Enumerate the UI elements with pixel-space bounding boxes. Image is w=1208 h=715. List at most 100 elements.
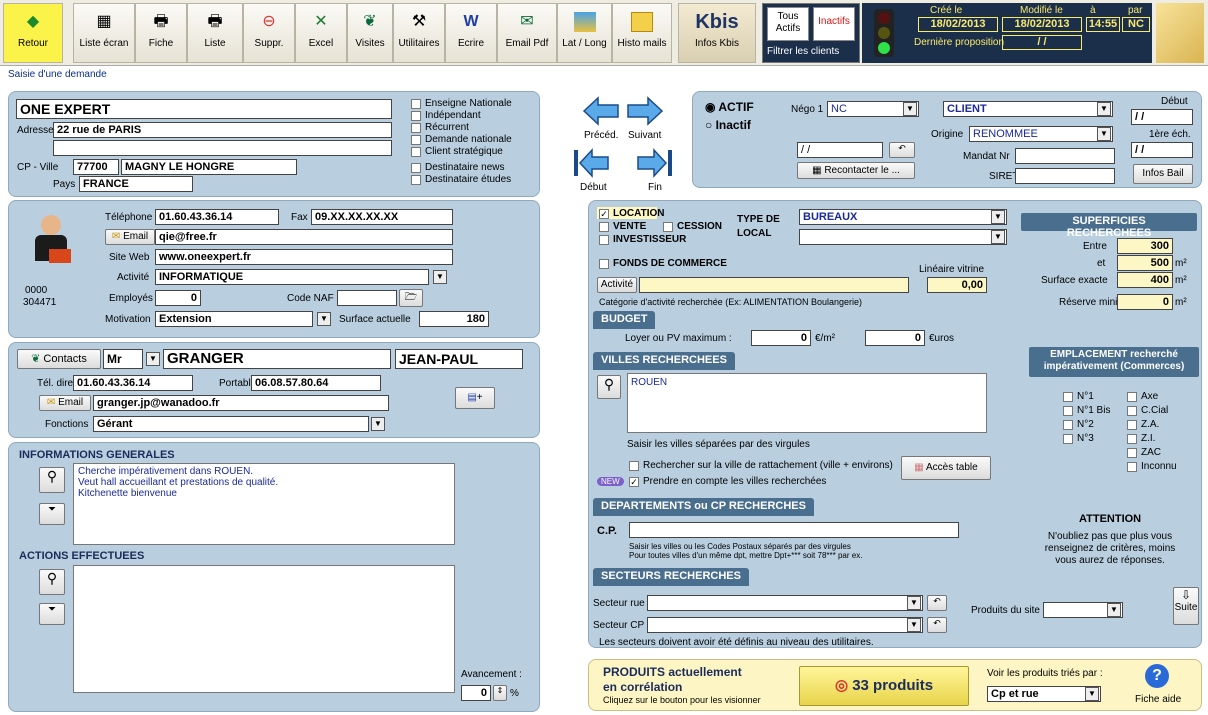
direct-phone-input[interactable]: 01.60.43.36.14 xyxy=(73,375,193,391)
table-access-button[interactable]: ▦ Accès table xyxy=(901,456,991,480)
website-input[interactable]: www.oneexpert.fr xyxy=(155,249,453,265)
activity-category-input[interactable] xyxy=(639,277,909,293)
screen-list-button[interactable]: ▦ Liste écran xyxy=(73,3,135,63)
previous-arrow-icon[interactable] xyxy=(582,96,620,126)
company-flag-checkbox[interactable] xyxy=(411,111,421,121)
cities-textarea[interactable]: ROUEN xyxy=(627,373,987,433)
street-sector-dropdown-icon[interactable]: ▼ xyxy=(907,596,921,610)
location-type-checkbox[interactable] xyxy=(1127,420,1137,430)
lease-info-button[interactable]: Infos Bail xyxy=(1133,164,1193,184)
title-dropdown-icon[interactable]: ▼ xyxy=(146,352,160,366)
next-step-button[interactable]: ⇩ Suite xyxy=(1173,587,1199,625)
person-email-button[interactable]: ✉ Email xyxy=(39,395,91,411)
euros-input[interactable]: 0 xyxy=(865,330,925,346)
max-surface-input[interactable]: 500 xyxy=(1117,255,1173,271)
address-input[interactable]: 22 rue de PARIS xyxy=(53,122,392,138)
mail-history-button[interactable]: Histo mails xyxy=(612,3,672,63)
local-type2-dropdown-icon[interactable]: ▼ xyxy=(991,230,1005,244)
location-type-checkbox[interactable] xyxy=(1127,462,1137,472)
print-sheet-button[interactable]: 🖶 Fiche xyxy=(135,3,187,63)
location-type-checkbox[interactable] xyxy=(1063,392,1073,402)
undo-icon[interactable]: ↶ xyxy=(927,595,947,611)
location-type-checkbox[interactable] xyxy=(1063,406,1073,416)
origin-select[interactable]: RENOMMEE xyxy=(969,126,1113,142)
location-type-checkbox[interactable] xyxy=(1127,434,1137,444)
company-flag-checkbox[interactable] xyxy=(411,147,421,157)
sort-select[interactable]: Cp et rue xyxy=(987,686,1101,702)
excel-button[interactable]: ✕ Excel xyxy=(295,3,347,63)
location-type-checkbox[interactable] xyxy=(1127,448,1137,458)
first-record-icon[interactable] xyxy=(572,148,610,178)
contacts-button[interactable]: ❦ Contacts xyxy=(17,349,101,369)
city-input[interactable]: MAGNY LE HONGRE xyxy=(121,159,297,175)
lat-long-button[interactable]: Lat / Long xyxy=(557,3,612,63)
client-type-select[interactable]: CLIENT xyxy=(943,101,1113,117)
recontact-date-input[interactable]: / / xyxy=(797,142,883,158)
min-surface-input[interactable]: 300 xyxy=(1117,238,1173,254)
mandate-input[interactable] xyxy=(1015,148,1115,164)
location-type-checkbox[interactable] xyxy=(1063,420,1073,430)
rent-input[interactable]: 0 xyxy=(751,330,811,346)
general-info-textarea[interactable]: Cherche impérativement dans ROUEN. Veut h… xyxy=(73,463,455,545)
back-button[interactable]: ◆ Retour xyxy=(3,3,63,63)
view-products-button[interactable]: ◎ 33 produits xyxy=(799,666,969,706)
negotiator-dropdown-icon[interactable]: ▼ xyxy=(903,102,917,116)
kbis-button[interactable]: Kbis Infos Kbis xyxy=(678,3,756,63)
client-type-dropdown-icon[interactable]: ▼ xyxy=(1097,102,1111,116)
fax-input[interactable]: 09.XX.XX.XX.XX xyxy=(311,209,453,225)
delete-button[interactable]: ⊖ Suppr. xyxy=(243,3,295,63)
person-email-input[interactable]: granger.jp@wanadoo.fr xyxy=(93,395,389,411)
location-checkbox[interactable]: ✓ xyxy=(599,209,609,219)
start-date-input[interactable]: / / xyxy=(1131,109,1193,125)
local-type-select[interactable]: BUREAUX xyxy=(799,209,1007,225)
expand-icon[interactable]: ⏷ xyxy=(39,603,65,625)
cp-sector-dropdown-icon[interactable]: ▼ xyxy=(907,618,921,632)
mobile-input[interactable]: 06.08.57.80.64 xyxy=(251,375,381,391)
progress-input[interactable]: 0 xyxy=(461,685,491,701)
vcard-button[interactable]: ▤+ xyxy=(455,387,495,409)
next-arrow-icon[interactable] xyxy=(626,96,664,126)
sale-checkbox[interactable] xyxy=(599,222,609,232)
visits-button[interactable]: ❦ Visites xyxy=(347,3,393,63)
investor-checkbox[interactable] xyxy=(599,235,609,245)
magnifier-icon[interactable]: ⚲ xyxy=(39,467,65,493)
origin-dropdown-icon[interactable]: ▼ xyxy=(1097,127,1111,141)
inactive-radio[interactable]: ○ Inactif xyxy=(705,118,751,132)
company-flag-checkbox[interactable] xyxy=(411,99,421,109)
send-email-button[interactable]: ✉ Email xyxy=(105,229,155,245)
country-input[interactable]: FRANCE xyxy=(79,176,193,192)
street-sector-select[interactable] xyxy=(647,595,923,611)
attachment-city-checkbox[interactable] xyxy=(629,461,639,471)
local-type2-select[interactable] xyxy=(799,229,1007,245)
folder-icon[interactable]: 🗁 xyxy=(399,289,423,307)
inactive-toggle[interactable]: Inactifs xyxy=(813,7,855,41)
local-type-dropdown-icon[interactable]: ▼ xyxy=(991,210,1005,224)
email-input[interactable]: qie@free.fr xyxy=(155,229,453,245)
first-name-input[interactable]: JEAN-PAUL xyxy=(395,349,523,369)
employees-input[interactable]: 0 xyxy=(155,290,201,306)
company-flag-checkbox[interactable] xyxy=(411,175,421,185)
motivation-input[interactable]: Extension xyxy=(155,311,313,327)
activity-button[interactable]: Activité xyxy=(597,277,637,293)
current-surface-input[interactable]: 180 xyxy=(419,311,489,327)
location-type-checkbox[interactable] xyxy=(1063,434,1073,444)
frontage-input[interactable]: 0,00 xyxy=(927,277,987,293)
write-button[interactable]: W Ecrire xyxy=(445,3,497,63)
title-select[interactable]: Mr xyxy=(103,349,143,369)
activity-input[interactable]: INFORMATIQUE xyxy=(155,269,429,285)
location-type-checkbox[interactable] xyxy=(1127,392,1137,402)
actions-textarea[interactable] xyxy=(73,565,455,693)
magnifier-icon[interactable]: ⚲ xyxy=(39,569,65,595)
recontact-button[interactable]: ▦ Recontacter le ... xyxy=(797,162,915,179)
undo-icon[interactable]: ↶ xyxy=(927,617,947,633)
activity-dropdown-icon[interactable]: ▼ xyxy=(433,270,447,284)
take-cities-checkbox[interactable]: ✓ xyxy=(629,477,639,487)
last-name-input[interactable]: GRANGER xyxy=(163,349,391,369)
magnifier-icon[interactable]: ⚲ xyxy=(597,375,621,399)
all-active-toggle[interactable]: Tous Actifs xyxy=(767,7,809,41)
progress-spinner[interactable]: ⇕ xyxy=(493,685,507,701)
last-record-icon[interactable] xyxy=(636,148,674,178)
email-pdf-button[interactable]: ✉ Email Pdf xyxy=(497,3,557,63)
company-flag-checkbox[interactable] xyxy=(411,163,421,173)
undo-icon[interactable]: ↶ xyxy=(889,142,915,158)
